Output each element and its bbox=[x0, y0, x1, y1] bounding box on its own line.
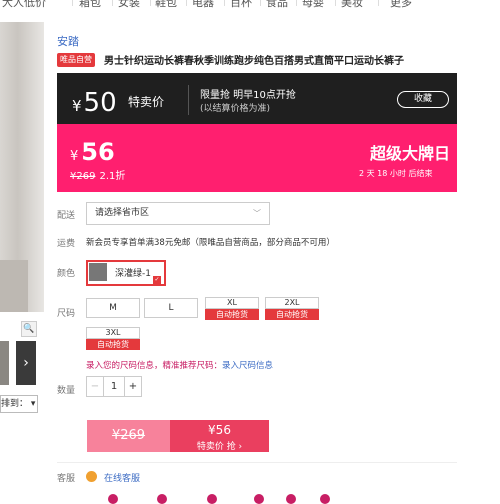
current-price-value: 56 bbox=[81, 138, 115, 166]
size-tag-xl: 自动抢货 bbox=[205, 309, 259, 320]
original-price-row: ¥269 2.1折 bbox=[70, 167, 125, 182]
check-icon: ✓ bbox=[153, 276, 161, 284]
nav-item-5[interactable]: 百杯 bbox=[230, 0, 252, 10]
color-option-label: 深灌绿-1 bbox=[115, 269, 151, 279]
discount-text: 2.1折 bbox=[99, 171, 126, 182]
promo-price-tag: 特卖价 bbox=[128, 95, 165, 109]
self-operated-badge: 唯品自营 bbox=[57, 53, 95, 67]
top-category-nav: 大人低价 箱包 女装 鞋包 电器 百杯 食品 母婴 美妆 更多 bbox=[0, 0, 500, 14]
size-tag-3xl: 自动抢货 bbox=[86, 339, 140, 350]
promo-price: ¥50 bbox=[72, 88, 117, 118]
section-divider bbox=[57, 462, 457, 463]
product-main-image-shadow bbox=[0, 260, 28, 312]
size-tip: 录入您的尺码信息，精准推荐尺码：录入尺码信息 bbox=[86, 359, 273, 371]
share-icon[interactable] bbox=[320, 494, 330, 504]
sort-select[interactable]: 排到： ▾ bbox=[0, 395, 38, 413]
color-thumbnail bbox=[89, 263, 107, 281]
color-label: 颜色 bbox=[57, 269, 76, 279]
nav-item-6[interactable]: 食品 bbox=[266, 0, 288, 10]
nav-item-3[interactable]: 鞋包 bbox=[155, 0, 177, 10]
chevron-down-icon: ▾ bbox=[30, 399, 36, 409]
product-thumbnail[interactable] bbox=[0, 341, 9, 385]
nav-item-1[interactable]: 箱包 bbox=[79, 0, 101, 10]
delivery-label: 配送 bbox=[57, 211, 76, 221]
share-icon[interactable] bbox=[108, 494, 118, 504]
thumbnail-next-arrow-icon[interactable]: › bbox=[16, 341, 36, 385]
size-label: 尺码 bbox=[57, 309, 76, 319]
zoom-icon[interactable]: 🔍 bbox=[21, 321, 37, 337]
size-option-3xl[interactable]: 3XL bbox=[86, 327, 140, 339]
promo-price-value: 50 bbox=[83, 88, 117, 118]
nav-item-9[interactable]: 更多 bbox=[390, 0, 412, 10]
promo-line-2: (以结算价格为准) bbox=[200, 104, 271, 114]
promo-price-symbol: ¥ bbox=[72, 97, 82, 115]
buy-original-price-value: ¥269 bbox=[111, 428, 146, 443]
size-input-link[interactable]: 录入尺码信息 bbox=[222, 361, 273, 371]
size-tip-text: 录入您的尺码信息，精准推荐尺码： bbox=[86, 361, 223, 371]
product-title: 男士针织运动长裤春秋季训练跑步纯色百搭男式直筒平口运动长裤子 bbox=[104, 56, 404, 67]
share-icon[interactable] bbox=[157, 494, 167, 504]
quantity-input[interactable]: 1 bbox=[106, 377, 122, 396]
original-price: ¥269 bbox=[70, 171, 96, 182]
current-price: ¥56 bbox=[70, 138, 115, 166]
nav-item-2[interactable]: 女装 bbox=[118, 0, 140, 10]
promo-line-1: 限量抢 明早10点开抢 bbox=[200, 90, 296, 101]
size-option-2xl[interactable]: 2XL bbox=[265, 297, 319, 309]
nav-item-8[interactable]: 美妆 bbox=[341, 0, 363, 10]
service-label: 客服 bbox=[57, 474, 76, 484]
buy-price: ¥56 bbox=[208, 423, 231, 437]
freight-label: 运费 bbox=[57, 239, 76, 249]
nav-item-7[interactable]: 母婴 bbox=[302, 0, 324, 10]
promo-divider bbox=[188, 85, 189, 115]
size-option-l[interactable]: L bbox=[144, 298, 198, 318]
current-price-symbol: ¥ bbox=[70, 149, 79, 164]
share-icon[interactable] bbox=[207, 494, 217, 504]
size-tag-2xl: 自动抢货 bbox=[265, 309, 319, 320]
size-option-xl[interactable]: XL bbox=[205, 297, 259, 309]
share-icon[interactable] bbox=[254, 494, 264, 504]
buy-original-price: ¥269 bbox=[87, 420, 170, 452]
countdown-text: 2 天 18 小时 后结束 bbox=[359, 169, 433, 178]
size-option-m[interactable]: M bbox=[86, 298, 140, 318]
brand-link[interactable]: 安踏 bbox=[57, 33, 79, 49]
online-service-link[interactable]: 在线客服 bbox=[104, 471, 140, 484]
freight-text: 新会员专享首单满38元免邮（限唯品自营商品，部分商品不可用） bbox=[86, 238, 335, 248]
customer-service-icon bbox=[86, 471, 97, 482]
nav-item-0[interactable]: 大人低价 bbox=[2, 0, 46, 10]
quantity-increase-button[interactable]: + bbox=[124, 377, 141, 396]
quantity-label: 数量 bbox=[57, 386, 76, 396]
sort-select-label: 排到： bbox=[1, 399, 29, 409]
quantity-stepper: − 1 + bbox=[86, 376, 142, 397]
region-placeholder: 请选择省市区 bbox=[95, 208, 150, 218]
buy-now-button[interactable]: ¥56 特卖价 抢 › bbox=[170, 420, 269, 452]
chevron-down-icon: ﹀ bbox=[253, 209, 261, 218]
region-select[interactable]: 请选择省市区 ﹀ bbox=[86, 202, 270, 225]
buy-sub-label: 特卖价 抢 › bbox=[196, 442, 243, 452]
quantity-decrease-button[interactable]: − bbox=[87, 377, 104, 396]
favorite-button[interactable]: 收藏 bbox=[397, 91, 449, 108]
event-title: 超级大牌日 bbox=[370, 144, 451, 163]
nav-item-4[interactable]: 电器 bbox=[192, 0, 214, 10]
share-icon[interactable] bbox=[286, 494, 296, 504]
